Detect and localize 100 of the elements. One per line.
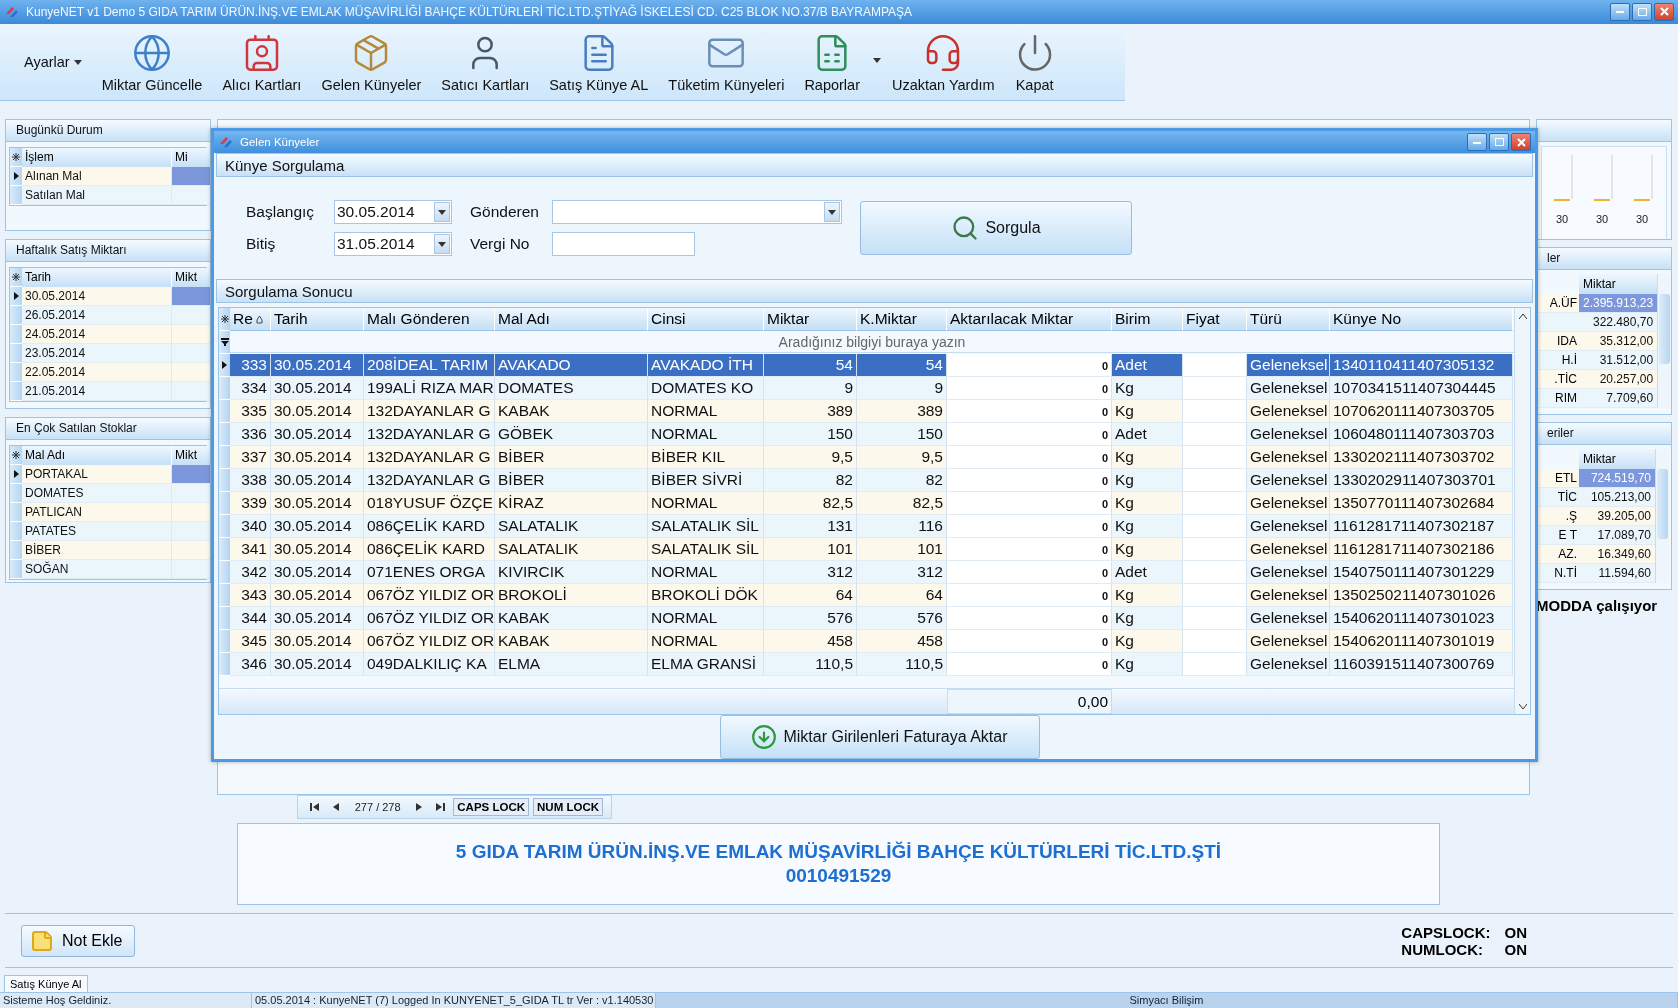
grid-row[interactable]: DOMATES [10,484,206,504]
query-button[interactable]: Sorgula [860,201,1132,255]
tab[interactable]: Satış Künye Al [4,975,88,993]
minimize-button[interactable] [1467,133,1487,151]
column-header[interactable]: Mikt [172,268,210,288]
column-header[interactable]: Cinsi [648,308,764,331]
grid-row[interactable]: .TİC 20.257,00 [1537,370,1658,390]
close-button[interactable] [1654,2,1674,21]
grid-row[interactable]: 335 30.05.2014 132DAYANLAR G KABAK NORMAL 389 389 0 Kg Geleneksel 1070620111407303705 [219,400,1514,423]
column-header[interactable]: K.Miktar [857,308,947,331]
toolbar-button[interactable]: Tüketim Künyeleri [658,27,795,97]
menu-button[interactable]: Ayarlar [14,27,92,97]
grid-row[interactable]: TİC 105.213,00 [1537,488,1655,508]
date-picker[interactable]: 31.05.2014 [334,232,452,256]
table-cell: 21.05.2014 [22,382,172,402]
maximize-button[interactable] [1489,133,1509,151]
grid-row[interactable]: PORTAKAL [10,465,206,485]
scrollbar[interactable] [1514,308,1530,714]
table-cell: DOMATES [495,377,648,400]
grid-row[interactable]: 346 30.05.2014 049DALKILIÇ KA ELMA ELMA GRANSİ 110,5 110,5 0 Kg Geleneksel 1160391511407300769 [219,653,1514,676]
grid-row[interactable]: 22.05.2014 [10,363,206,383]
toolbar-button[interactable]: Miktar Güncelle [91,27,213,97]
grid-row[interactable]: 337 30.05.2014 132DAYANLAR G BİBER BİBER KIL 9,5 9,5 0 Kg Geleneksel 1330202111407303702 [219,446,1514,469]
column-header[interactable]: Fiyat [1183,308,1247,331]
first-icon [310,802,320,811]
grid-row[interactable]: 21.05.2014 [10,382,206,402]
minimize-button[interactable] [1610,2,1630,21]
table-cell: 30.05.2014 [271,653,364,676]
grid-row[interactable]: 322.480,70 [1537,313,1658,333]
column-header[interactable]: Mal Adı [22,446,172,466]
grid-row[interactable]: IDA 35.312,00 [1537,332,1658,352]
column-header[interactable]: Mikt [172,446,210,466]
column-header[interactable]: Künye No [1330,308,1513,331]
column-header[interactable]: Birim [1112,308,1183,331]
transfer-button[interactable]: Miktar Girilenleri Faturaya Aktar [719,715,1040,759]
grid-row[interactable]: AZ. 16.349,60 [1537,545,1655,565]
grid-row[interactable]: 333 30.05.2014 208İDEAL TARIM AVAKADO AVAKADO İTH 54 54 0 Adet Geleneksel 1340110411407305132 [219,354,1514,377]
close-button[interactable] [1511,133,1531,151]
table-cell: 54 [764,354,857,377]
column-header[interactable]: Miktar [764,308,857,331]
grid-row[interactable]: 340 30.05.2014 086ÇELİK KARD SALATALIK SALATALIK SİL 131 116 0 Kg Geleneksel 1161281711407302187 [219,515,1514,538]
date-input[interactable]: 31.05.2014 [335,235,433,253]
toolbar-button[interactable]: Alıcı Kartları [212,27,312,97]
grid-row[interactable]: 343 30.05.2014 067ÖZ YILDIZ OR BROKOLİ BROKOLİ DÖK 64 64 0 Kg Geleneksel 1350250211407301026 [219,584,1514,607]
table-cell: Geleneksel [1247,607,1330,630]
column-header[interactable]: Mal Adı [495,308,648,331]
column-header[interactable]: Re [230,308,271,331]
column-header[interactable]: Miktar [1579,274,1658,295]
table-cell: 30.05.2014 [271,400,364,423]
table-cell: 0 [947,446,1112,469]
toolbar-button[interactable]: Kapat [1004,27,1065,97]
table-cell: Adet [1112,561,1183,584]
maximize-button[interactable] [1632,2,1652,21]
grid-row[interactable]: 344 30.05.2014 067ÖZ YILDIZ OR KABAK NORMAL 576 576 0 Kg Geleneksel 1540620111407301023 [219,607,1514,630]
grid-row[interactable]: SOĞAN [10,560,206,580]
grid-row[interactable]: 345 30.05.2014 067ÖZ YILDIZ OR KABAK NORMAL 458 458 0 Kg Geleneksel 1540620111407301019 [219,630,1514,653]
grid-row[interactable]: RIM 7.709,60 [1537,389,1658,409]
column-header[interactable]: Tarih [22,268,172,288]
grid-row[interactable]: ETL 724.519,70 [1537,469,1655,489]
grid-row[interactable]: 23.05.2014 [10,344,206,364]
table-cell: BROKOLİ DÖK [648,584,764,607]
status-message: Sisteme Hoş Geldiniz. [0,993,252,1008]
grid-row[interactable]: .Ş 39.205,00 [1537,507,1655,527]
grid-row[interactable]: 338 30.05.2014 132DAYANLAR G BİBER BİBER SİVRİ 82 82 0 Kg Geleneksel 1330202911407303701 [219,469,1514,492]
toolbar-button[interactable]: Satış Künye AL [539,27,659,97]
add-note-button[interactable]: Not Ekle [21,924,136,957]
table-cell: 150 [764,423,857,446]
toolbar-button[interactable]: Raporlar [794,27,882,97]
column-header[interactable]: Tarih [271,308,364,331]
grid-row[interactable]: H.İ 31.512,00 [1537,351,1658,371]
tax-number-field[interactable] [552,232,695,256]
column-header[interactable]: Aktarılacak Miktar [947,308,1112,331]
toolbar-button[interactable]: Uzaktan Yardım [882,27,1005,97]
column-header[interactable]: Türü [1247,308,1330,331]
grid-row[interactable]: Alınan Mal [10,167,206,187]
grid-row[interactable]: PATATES [10,522,206,542]
grid-row[interactable]: 336 30.05.2014 132DAYANLAR G GÖBEK NORMAL 150 150 0 Adet Geleneksel 1060480111407303703 [219,423,1514,446]
grid-row[interactable]: 334 30.05.2014 199ALİ RIZA MAR DOMATES DOMATES KO 9 9 0 Kg Geleneksel 1070341511407304445 [219,377,1514,400]
grid-row[interactable]: 26.05.2014 [10,306,206,326]
column-header[interactable]: İşlem [22,148,172,168]
grid-row[interactable]: PATLICAN [10,503,206,523]
grid-row[interactable]: Satılan Mal [10,186,206,206]
grid-row[interactable]: 30.05.2014 [10,287,206,307]
column-header[interactable]: Miktar [1579,449,1655,470]
column-header[interactable]: Mi [172,148,210,168]
table-cell: ELMA [495,653,648,676]
grid-row[interactable]: BİBER [10,541,206,561]
grid-row[interactable]: A.ÜF 2.395.913,23 [1537,294,1658,314]
date-input[interactable]: 30.05.2014 [335,203,433,221]
toolbar-button[interactable]: Satıcı Kartları [431,27,540,97]
grid-row[interactable]: N.Tİ 11.594,60 [1537,564,1655,584]
date-picker[interactable]: 30.05.2014 [334,200,452,224]
grid-row[interactable]: E T 17.089,70 [1537,526,1655,546]
grid-row[interactable]: 341 30.05.2014 086ÇELİK KARD SALATALIK SALATALIK SİL 101 101 0 Kg Geleneksel 1161281711407302186 [219,538,1514,561]
table-cell: 1350250211407301026 [1330,584,1513,607]
grid-row[interactable]: 342 30.05.2014 071ENES ORGA KIVIRCIK NORMAL 312 312 0 Adet Geleneksel 1540750111407301229 [219,561,1514,584]
grid-row[interactable]: 24.05.2014 [10,325,206,345]
column-header[interactable]: Malı Gönderen [364,308,495,331]
grid-row[interactable]: 339 30.05.2014 018YUSUF ÖZÇE KİRAZ NORMAL 82,5 82,5 0 Kg Geleneksel 1350770111407302684 [219,492,1514,515]
toolbar-button[interactable]: Gelen Künyeler [311,27,432,97]
